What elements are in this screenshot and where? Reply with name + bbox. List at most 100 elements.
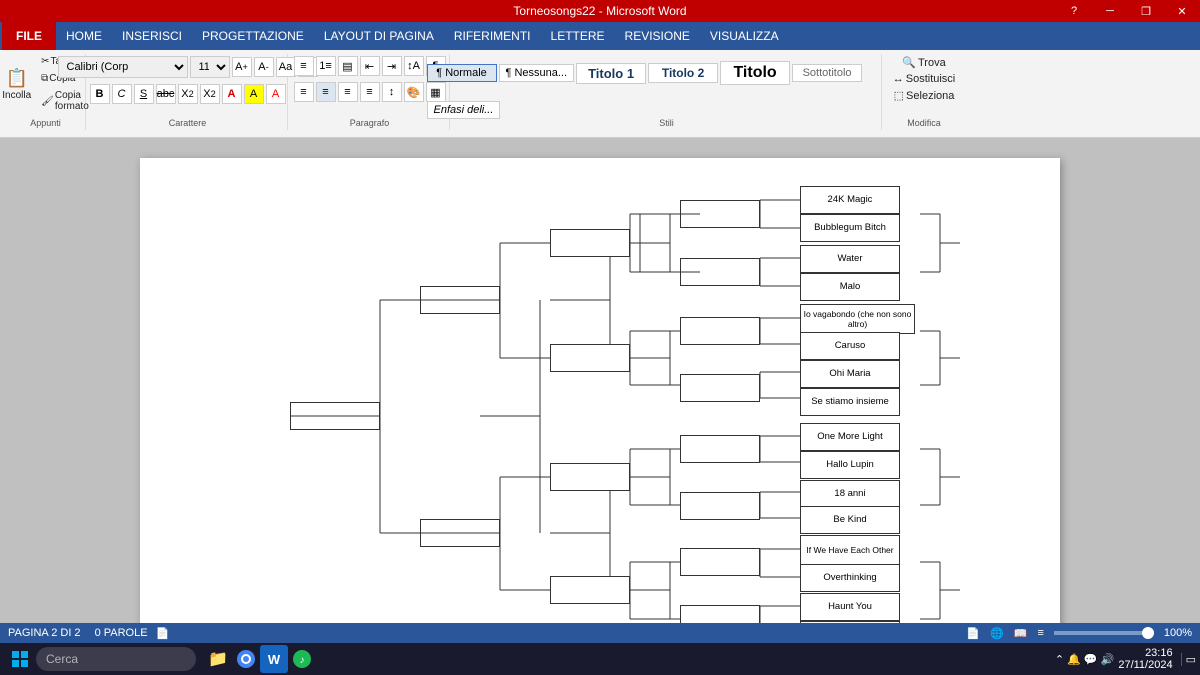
song-8: Se stiamo insieme [800,388,900,416]
style-nessuna[interactable]: ¶ Nessuna... [499,64,575,82]
taskbar-explorer[interactable]: 📁 [204,645,232,673]
r2-box1 [680,200,760,228]
align-left-btn[interactable]: ≡ [294,82,314,102]
underline-btn[interactable]: S [134,84,154,104]
r2-box8 [680,605,760,623]
shading-para-btn[interactable]: 🎨 [404,82,424,102]
minimize-btn[interactable]: ─ [1092,0,1128,22]
r4-box1 [420,286,500,314]
shading-btn[interactable]: A [266,84,286,104]
view-outline-icon[interactable]: ≡ [1037,627,1043,639]
line-spacing-btn[interactable]: ↕ [382,82,402,102]
style-sottotitolo[interactable]: Sottotitolo [792,64,862,82]
taskbar-spotify[interactable]: ♪ [288,645,316,673]
window-controls: ─ ❐ ✕ [1092,0,1200,22]
format-painter-label: Copia formato [55,90,89,112]
style-titolo[interactable]: Titolo [720,61,790,85]
align-center-btn[interactable]: ≡ [316,82,336,102]
appunti-label: Appunti [30,118,61,128]
song-10: Hallo Lupin [800,451,900,479]
sostituisci-btn[interactable]: ↔ Sostituisci [889,71,960,87]
view-print-icon[interactable]: 📄 [966,627,980,640]
bold-btn[interactable]: B [90,84,110,104]
word-count: 0 PAROLE [95,627,148,639]
menu-home[interactable]: HOME [56,22,112,50]
font-size-select[interactable]: 11 [190,56,230,78]
document-page: 24K Magic Bubblegum Bitch Water Malo Io … [140,158,1060,623]
file-menu[interactable]: FILE [2,22,56,50]
style-titolo1[interactable]: Titolo 1 [576,63,646,84]
italic-btn[interactable]: C [112,84,132,104]
svg-text:♪: ♪ [300,655,305,666]
song-12: Be Kind [800,506,900,534]
highlight-btn[interactable]: A [244,84,264,104]
page-info: PAGINA 2 DI 2 [8,627,81,639]
menu-revisione[interactable]: REVISIONE [615,22,700,50]
menu-lettere[interactable]: LETTERE [541,22,615,50]
align-right-btn[interactable]: ≡ [338,82,358,102]
restore-btn[interactable]: ❐ [1128,0,1164,22]
style-titolo2[interactable]: Titolo 2 [648,63,718,83]
zoom-level[interactable]: 100% [1164,627,1192,639]
windows-icon [12,651,28,667]
song-13: If We Have Each Other [800,535,900,565]
ribbon: 📋 Incolla ✂ Taglia ⧉ Copia 🖌 Copia forma… [0,50,1200,138]
sort-btn[interactable]: ↕A [404,56,424,76]
select-icon: ⬚ [894,89,904,102]
font-family-select[interactable]: Calibri (Corp [58,56,188,78]
paragrafo-label: Paragrafo [350,118,390,128]
song-14: Overthinking [800,564,900,592]
multilevel-btn[interactable]: ▤ [338,56,358,76]
song-7: Ohi Maria [800,360,900,388]
increase-indent-btn[interactable]: ⇥ [382,56,402,76]
song-9: One More Light [800,423,900,451]
winner-box [290,402,380,430]
numbering-btn[interactable]: 1≡ [316,56,336,76]
r2-box4 [680,374,760,402]
song-15: Haunt You [800,593,900,621]
song-11: 18 anni [800,480,900,508]
taskbar-search[interactable] [36,647,196,671]
r4-box2 [420,519,500,547]
menu-layout[interactable]: LAYOUT DI PAGINA [314,22,444,50]
style-gallery: ¶ Normale ¶ Nessuna... Titolo 1 Titolo 2… [427,54,907,126]
font-shrink-btn[interactable]: A- [254,57,274,77]
menu-progettazione[interactable]: PROGETTAZIONE [192,22,314,50]
find-icon: 🔍 [902,56,916,69]
zoom-slider[interactable] [1054,631,1154,635]
decrease-indent-btn[interactable]: ⇤ [360,56,380,76]
strikethrough-btn[interactable]: abc [156,84,176,104]
menu-visualizza[interactable]: VISUALIZZA [700,22,789,50]
trova-btn[interactable]: 🔍 Trova [898,54,949,71]
subscript-btn[interactable]: X2 [178,84,198,104]
justify-btn[interactable]: ≡ [360,82,380,102]
style-enfasi[interactable]: Enfasi deli... [427,101,501,119]
view-web-icon[interactable]: 🌐 [990,627,1004,640]
close-btn[interactable]: ✕ [1164,0,1200,22]
start-btn[interactable] [4,645,36,673]
paste-btn[interactable]: 📋 Incolla [0,66,35,103]
format-painter-btn[interactable]: 🖌 Copia formato [37,88,93,114]
view-read-icon[interactable]: 📖 [1014,627,1028,640]
style-normale[interactable]: ¶ Normale [427,64,497,82]
modifica-label: Modifica [907,118,941,128]
taskbar-word[interactable]: W [260,645,288,673]
taskbar-clock[interactable]: 23:16 27/11/2024 [1118,647,1172,671]
song-5: Io vagabondo (che non sono altro) [800,304,915,334]
font-grow-btn[interactable]: A+ [232,57,252,77]
show-desktop-btn[interactable]: ▭ [1181,653,1196,666]
taskbar-chrome[interactable] [232,645,260,673]
menu-inserisci[interactable]: INSERISCI [112,22,192,50]
bullets-btn[interactable]: ≡ [294,56,314,76]
copy-icon: ⧉ [41,73,48,84]
font-color-btn[interactable]: A [222,84,242,104]
r3-box2 [550,344,630,372]
tray-icons: ⌃ 🔔 💬 🔊 [1055,653,1114,666]
song-6: Caruso [800,332,900,360]
help-btn[interactable]: ? [1056,0,1092,22]
menu-riferimenti[interactable]: RIFERIMENTI [444,22,541,50]
proofing-icon[interactable]: 📄 [156,627,170,640]
r2-box3 [680,317,760,345]
superscript-btn[interactable]: X2 [200,84,220,104]
seleziona-btn[interactable]: ⬚ Seleziona [890,87,959,104]
